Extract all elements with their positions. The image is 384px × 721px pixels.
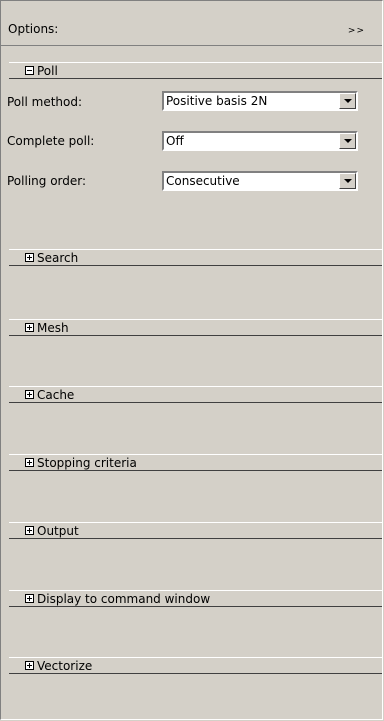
section-output[interactable]: Output [9,522,382,539]
options-title: Options: [8,22,59,36]
poll-method-value: Positive basis 2N [166,94,268,108]
polling-order-label: Polling order: [7,174,87,188]
polling-order-value: Consecutive [166,174,240,188]
options-header: Options: >> [1,1,382,46]
poll-method-select[interactable]: Positive basis 2N [162,91,358,111]
section-search-label: Search [37,251,79,265]
expand-icon[interactable] [25,458,34,467]
section-poll-label: Poll [37,64,58,78]
expand-icon[interactable] [25,594,34,603]
complete-poll-label: Complete poll: [7,134,95,148]
section-display-to-command-window[interactable]: Display to command window [9,590,382,607]
section-output-label: Output [37,524,79,538]
expand-icon[interactable] [25,323,34,332]
chevron-down-icon[interactable] [339,133,356,149]
section-mesh-label: Mesh [37,321,69,335]
expand-button[interactable]: >> [348,26,365,36]
complete-poll-select[interactable]: Off [162,131,358,151]
chevron-down-icon[interactable] [339,93,356,109]
complete-poll-value: Off [166,134,184,148]
collapse-icon[interactable] [25,66,34,75]
section-stopping-criteria[interactable]: Stopping criteria [9,454,382,471]
poll-method-label: Poll method: [7,95,83,109]
section-stopping-criteria-label: Stopping criteria [37,456,137,470]
section-cache[interactable]: Cache [9,386,382,403]
chevron-down-icon[interactable] [339,173,356,189]
section-cache-label: Cache [37,388,75,402]
expand-icon[interactable] [25,526,34,535]
section-mesh[interactable]: Mesh [9,319,382,336]
section-search[interactable]: Search [9,249,382,266]
section-display-label: Display to command window [37,592,211,606]
expand-icon[interactable] [25,661,34,670]
polling-order-select[interactable]: Consecutive [162,171,358,191]
expand-icon[interactable] [25,253,34,262]
expand-icon[interactable] [25,390,34,399]
section-vectorize-label: Vectorize [37,659,93,673]
section-poll[interactable]: Poll [9,62,382,79]
section-vectorize[interactable]: Vectorize [9,657,382,674]
